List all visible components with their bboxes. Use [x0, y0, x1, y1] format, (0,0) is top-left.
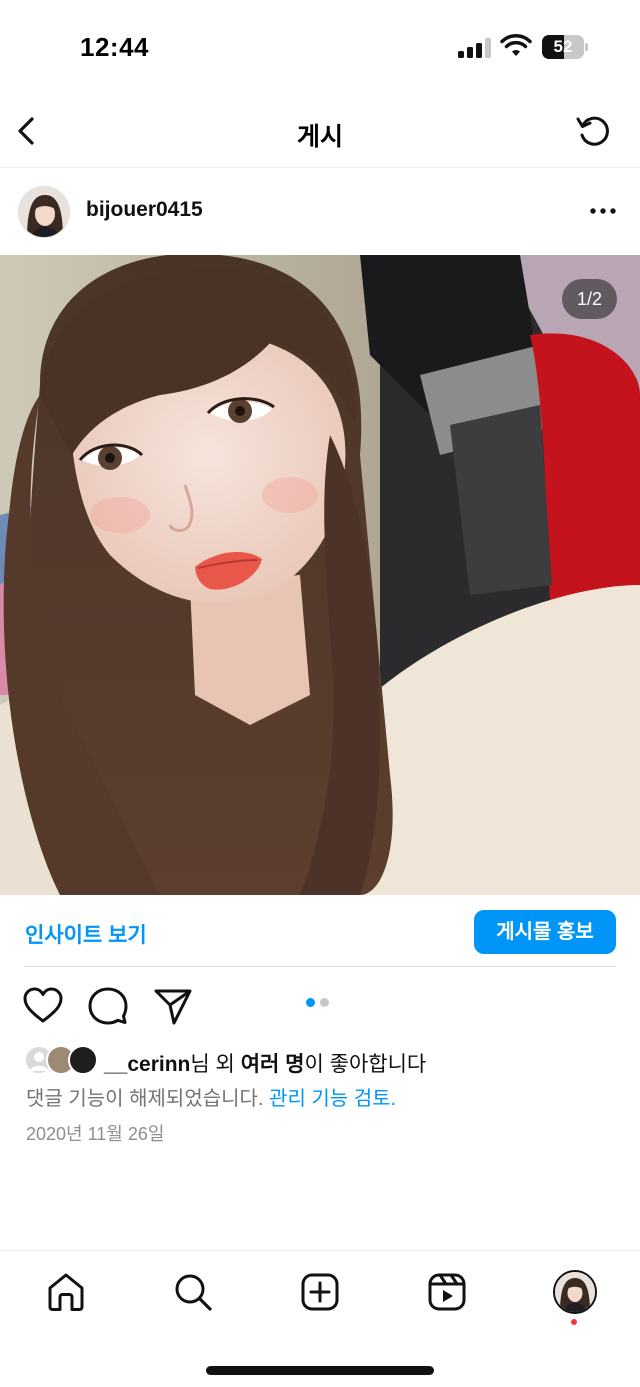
nav-header: 게시 [0, 95, 640, 168]
likes-text: 이 좋아합니다 [304, 1053, 427, 1076]
view-insights-link[interactable]: 인사이트 보기 [25, 919, 147, 949]
boost-post-button[interactable]: 게시물 홍보 [474, 910, 616, 954]
comments-disabled-text: 댓글 기능이 해제되었습니다. [26, 1088, 264, 1110]
more-horizontal-icon[interactable] [586, 196, 620, 226]
reels-icon[interactable] [426, 1271, 468, 1313]
status-bar: 12:44 52 [0, 0, 640, 95]
liked-by-username[interactable]: __cerinn [104, 1053, 190, 1076]
manage-settings-link[interactable]: 관리 기능 검토. [269, 1088, 396, 1110]
insights-row: 인사이트 보기 게시물 홍보 [0, 895, 640, 967]
refresh-icon[interactable] [574, 111, 614, 151]
avatar [68, 1045, 98, 1075]
wifi-icon [500, 34, 532, 56]
home-indicator[interactable] [206, 1366, 434, 1375]
carousel-dot [320, 998, 329, 1007]
likes-row[interactable]: __cerinn님 외 여러 명이 좋아합니다 [24, 1045, 624, 1077]
notification-dot [571, 1319, 577, 1325]
comments-status: 댓글 기능이 해제되었습니다. 관리 기능 검토. [26, 1082, 396, 1111]
carousel-dot [306, 998, 315, 1007]
divider [24, 966, 616, 967]
profile-tab-avatar[interactable] [553, 1270, 597, 1314]
post-header: bijouer0415 [0, 168, 640, 255]
avatar[interactable] [18, 186, 70, 238]
post-username[interactable]: bijouer0415 [86, 198, 203, 222]
page-title: 게시 [296, 123, 343, 151]
comment-icon[interactable] [87, 985, 129, 1027]
home-icon[interactable] [45, 1271, 87, 1313]
post-photo[interactable] [0, 255, 640, 895]
battery-indicator: 52 [542, 35, 588, 59]
carousel-dots [306, 998, 336, 1008]
liked-by-avatars [24, 1045, 100, 1075]
liked-by-others[interactable]: 여러 명 [241, 1053, 305, 1076]
battery-level: 52 [553, 37, 573, 56]
add-post-icon[interactable] [299, 1271, 341, 1313]
likes-text: 님 외 [190, 1053, 241, 1076]
status-time: 12:44 [80, 32, 149, 62]
cellular-signal-icon [458, 38, 491, 58]
search-icon[interactable] [172, 1271, 214, 1313]
likes-summary: __cerinn님 외 여러 명이 좋아합니다 [104, 1048, 426, 1078]
carousel-page-counter: 1/2 [562, 279, 617, 319]
heart-icon[interactable] [22, 985, 64, 1027]
post-date: 2020년 11월 26일 [26, 1124, 165, 1144]
send-icon[interactable] [152, 985, 194, 1027]
